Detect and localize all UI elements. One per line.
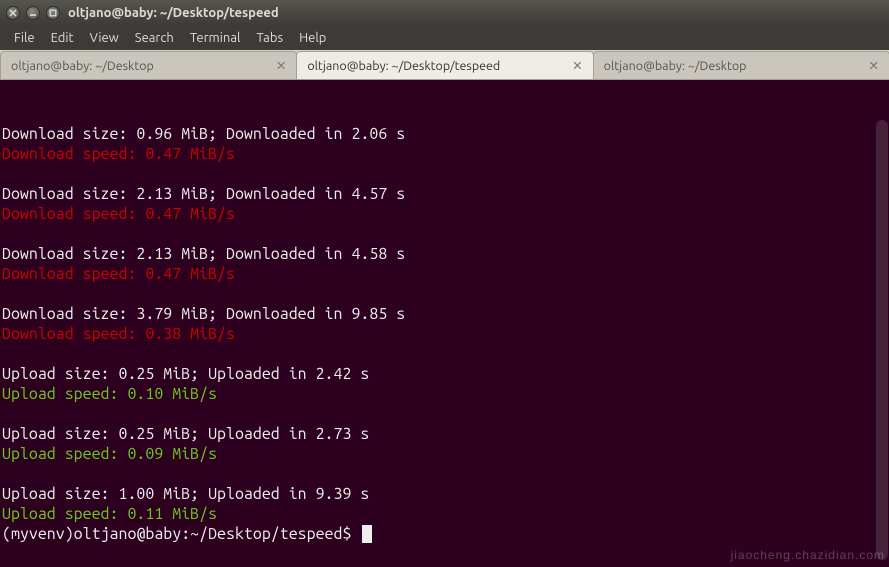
upload-speed-line: Upload speed: 0.10 MiB/s bbox=[2, 385, 217, 403]
menu-view[interactable]: View bbox=[82, 29, 127, 47]
menu-search[interactable]: Search bbox=[127, 29, 182, 47]
tab-label: oltjano@baby: ~/Desktop bbox=[11, 59, 154, 73]
download-speed-line: Download speed: 0.38 MiB/s bbox=[2, 325, 235, 343]
cursor-icon bbox=[362, 525, 372, 543]
titlebar[interactable]: oltjano@baby: ~/Desktop/tespeed bbox=[0, 0, 889, 26]
watermark: jiaocheng.chazidian.com bbox=[731, 545, 885, 565]
close-icon[interactable]: ✕ bbox=[867, 58, 881, 73]
tab-label: oltjano@baby: ~/Desktop bbox=[604, 59, 747, 73]
minimize-window-icon[interactable] bbox=[26, 6, 40, 20]
menu-tabs[interactable]: Tabs bbox=[248, 29, 291, 47]
close-icon[interactable]: ✕ bbox=[570, 58, 584, 73]
output-line: Upload size: 1.00 MiB; Uploaded in 9.39 … bbox=[2, 485, 369, 503]
tab-2[interactable]: oltjano@baby: ~/Desktop ✕ bbox=[593, 51, 889, 79]
upload-speed-line: Upload speed: 0.09 MiB/s bbox=[2, 445, 217, 463]
maximize-window-icon[interactable] bbox=[46, 6, 60, 20]
output-line: Download size: 0.96 MiB; Downloaded in 2… bbox=[2, 125, 405, 143]
download-speed-line: Download speed: 0.47 MiB/s bbox=[2, 265, 235, 283]
tab-label: oltjano@baby: ~/Desktop/tespeed bbox=[307, 59, 500, 73]
menu-help[interactable]: Help bbox=[291, 29, 334, 47]
window-title: oltjano@baby: ~/Desktop/tespeed bbox=[68, 6, 279, 20]
upload-speed-line: Upload speed: 0.11 MiB/s bbox=[2, 505, 217, 523]
menubar: File Edit View Search Terminal Tabs Help bbox=[0, 26, 889, 50]
tab-0[interactable]: oltjano@baby: ~/Desktop ✕ bbox=[0, 51, 297, 79]
download-speed-line: Download speed: 0.47 MiB/s bbox=[2, 205, 235, 223]
terminal-window: oltjano@baby: ~/Desktop/tespeed File Edi… bbox=[0, 0, 889, 567]
output-line: Upload size: 0.25 MiB; Uploaded in 2.73 … bbox=[2, 425, 369, 443]
tabbar: oltjano@baby: ~/Desktop ✕ oltjano@baby: … bbox=[0, 50, 889, 80]
output-line: Download size: 2.13 MiB; Downloaded in 4… bbox=[2, 245, 405, 263]
terminal-viewport[interactable]: Download size: 0.96 MiB; Downloaded in 2… bbox=[0, 80, 889, 567]
close-window-icon[interactable] bbox=[6, 6, 20, 20]
output-line: Download size: 3.79 MiB; Downloaded in 9… bbox=[2, 305, 405, 323]
output-line: Upload size: 0.25 MiB; Uploaded in 2.42 … bbox=[2, 365, 369, 383]
prompt-text: (myvenv)oltjano@baby:~/Desktop/tespeed$ bbox=[2, 524, 360, 544]
scrollbar[interactable] bbox=[875, 80, 889, 567]
menu-file[interactable]: File bbox=[6, 29, 43, 47]
tab-1[interactable]: oltjano@baby: ~/Desktop/tespeed ✕ bbox=[296, 51, 593, 79]
window-controls bbox=[6, 6, 60, 20]
menu-terminal[interactable]: Terminal bbox=[182, 29, 249, 47]
output-line: Download size: 2.13 MiB; Downloaded in 4… bbox=[2, 185, 405, 203]
download-speed-line: Download speed: 0.47 MiB/s bbox=[2, 145, 235, 163]
close-icon[interactable]: ✕ bbox=[274, 58, 288, 73]
menu-edit[interactable]: Edit bbox=[43, 29, 82, 47]
scroll-thumb[interactable] bbox=[876, 120, 888, 560]
prompt-line[interactable]: (myvenv)oltjano@baby:~/Desktop/tespeed$ bbox=[2, 524, 883, 544]
